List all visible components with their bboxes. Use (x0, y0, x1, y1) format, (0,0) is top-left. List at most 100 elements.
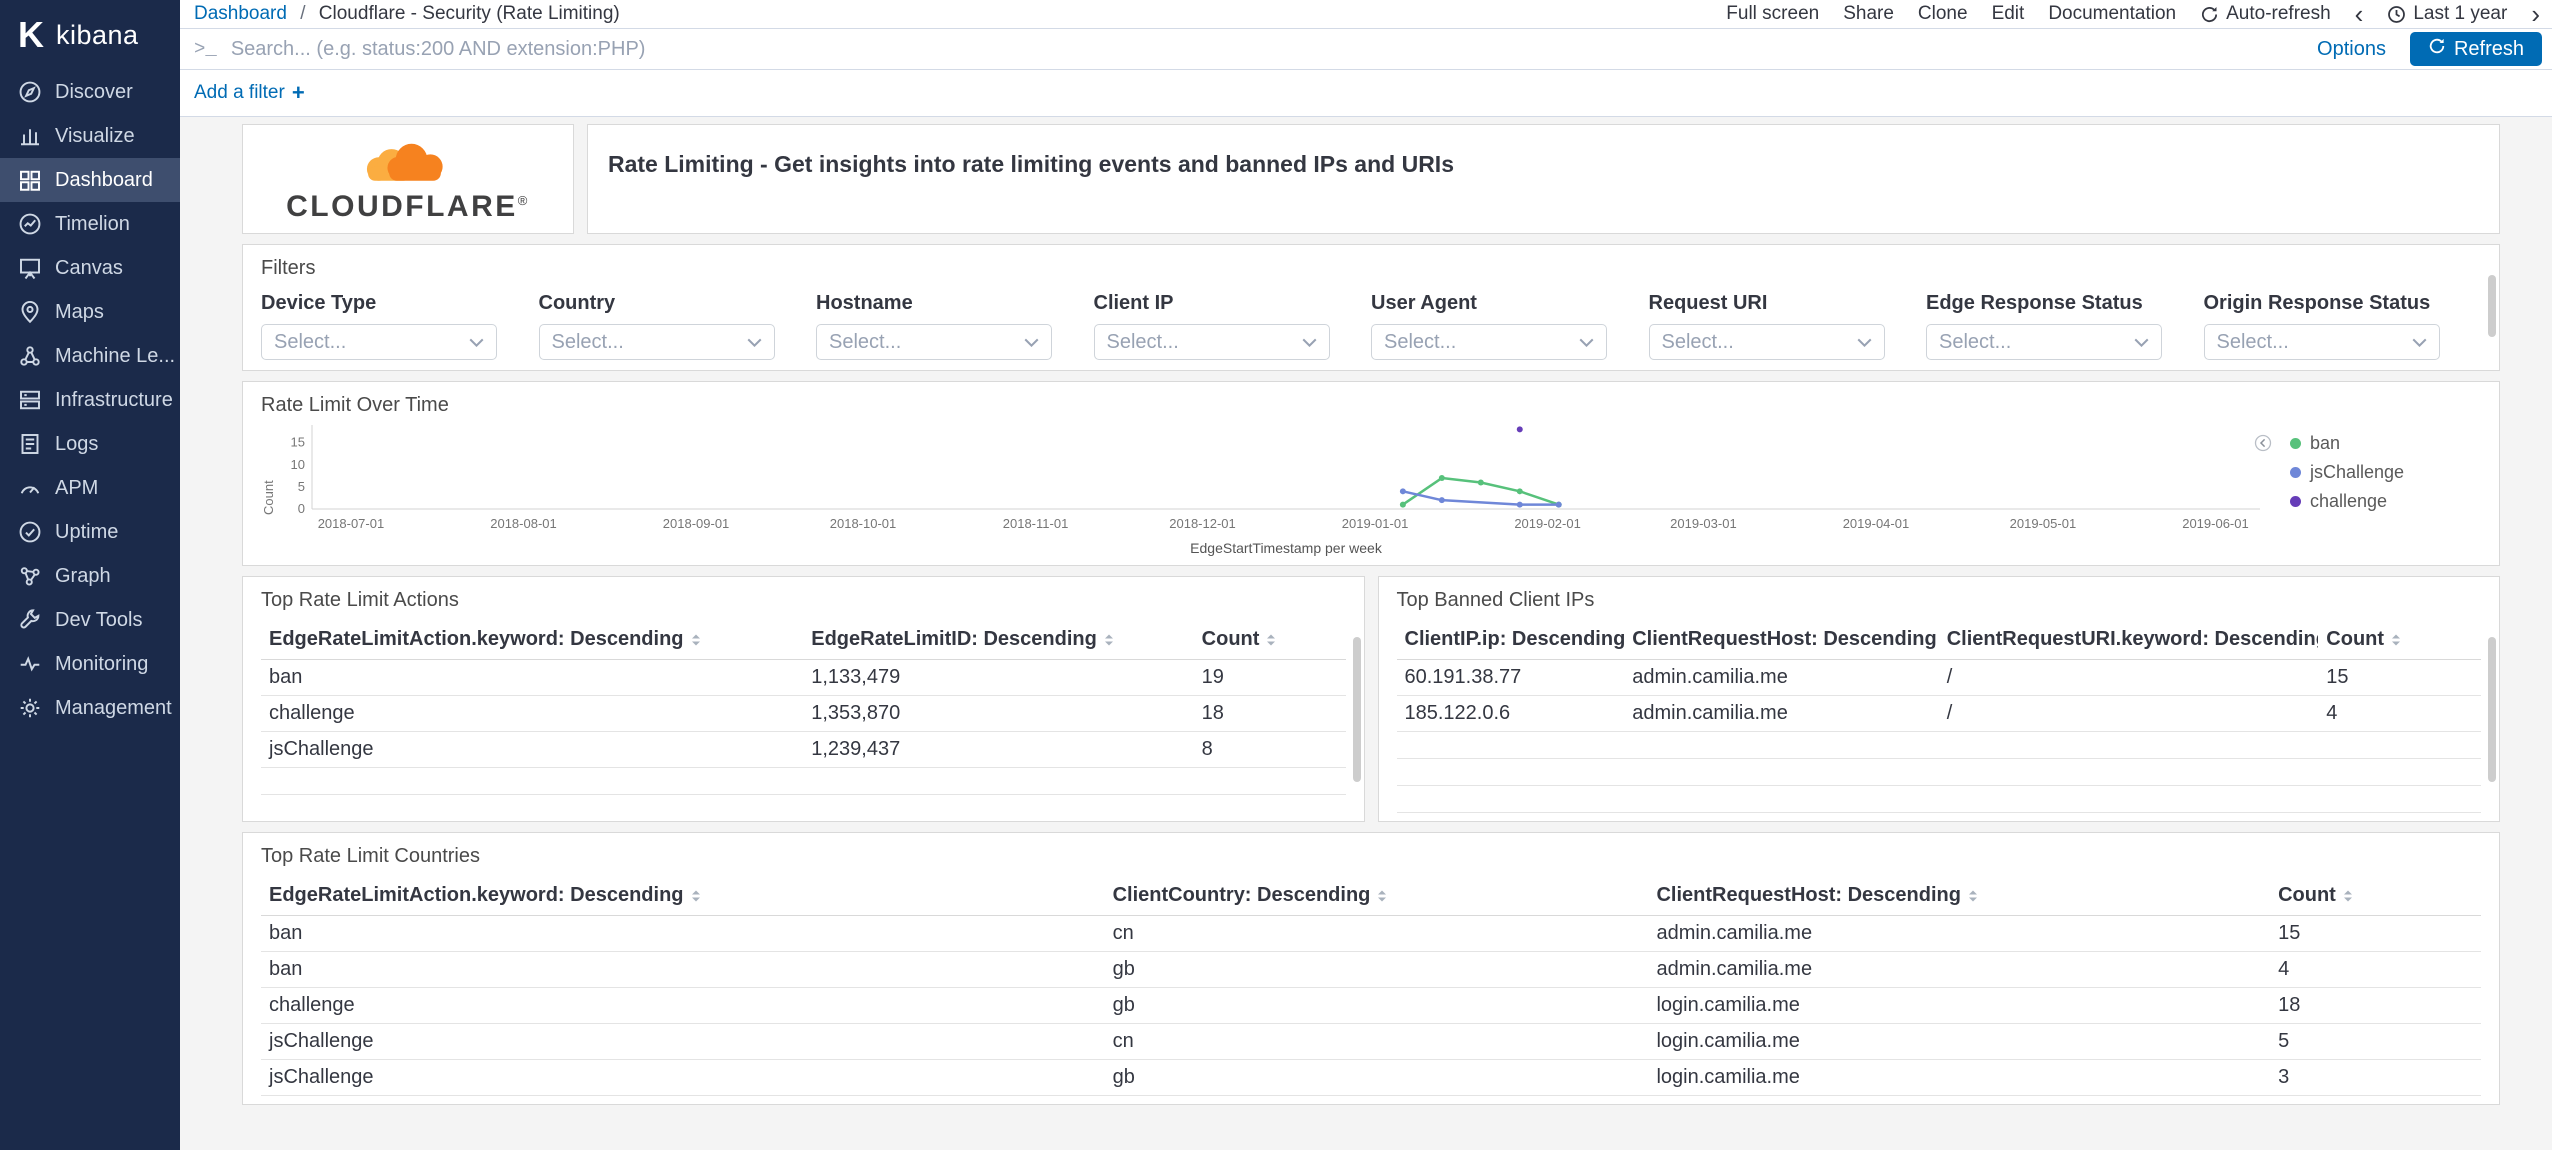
table-cell[interactable]: admin.camilia.me (1624, 695, 1939, 732)
table-cell[interactable]: 1,239,437 (803, 731, 1194, 768)
sidebar-item-machine-learning[interactable]: Machine Le... (0, 334, 180, 378)
auto-refresh-button[interactable]: Auto-refresh (2200, 3, 2331, 25)
table-cell[interactable]: jsChallenge (261, 1023, 1105, 1060)
scrollbar-thumb[interactable] (2488, 637, 2496, 782)
sidebar-item-graph[interactable]: Graph (0, 554, 180, 598)
sidebar-item-visualize[interactable]: Visualize (0, 114, 180, 158)
sidebar-item-label: Visualize (55, 124, 135, 147)
table-cell[interactable]: 1,133,479 (803, 659, 1194, 696)
sidebar-item-discover[interactable]: Discover (0, 70, 180, 114)
sidebar-item-canvas[interactable]: Canvas (0, 246, 180, 290)
time-picker-button[interactable]: Last 1 year (2387, 3, 2507, 25)
table-cell[interactable]: login.camilia.me (1648, 1023, 2271, 1060)
table-cell[interactable]: admin.camilia.me (1648, 951, 2271, 988)
table-cell[interactable]: ban (261, 659, 804, 696)
legend-toggle-icon[interactable] (2254, 434, 2272, 452)
sidebar-item-dev-tools[interactable]: Dev Tools (0, 598, 180, 642)
column-header-count[interactable]: Count (1193, 622, 1346, 660)
filter-field-label: User Agent (1371, 292, 1477, 314)
table-cell[interactable]: gb (1104, 987, 1649, 1024)
sidebar-item-dashboard[interactable]: Dashboard (0, 158, 180, 202)
table-cell[interactable]: 3 (2270, 1059, 2481, 1096)
table-cell[interactable]: 18 (1193, 695, 1346, 732)
table-cell[interactable]: 5 (2270, 1023, 2481, 1060)
column-header-count[interactable]: Count (2270, 878, 2481, 916)
legend-item-challenge[interactable]: challenge (2290, 491, 2451, 512)
table-cell[interactable]: jsChallenge (261, 731, 804, 768)
table-cell[interactable]: / (1938, 659, 2319, 696)
table-cell[interactable]: ban (261, 951, 1105, 988)
filter-select-hostname[interactable]: Select... (816, 324, 1052, 360)
scrollbar-thumb[interactable] (2488, 275, 2496, 337)
table-cell[interactable]: challenge (261, 987, 1105, 1024)
legend-item-jschallenge[interactable]: jsChallenge (2290, 462, 2451, 483)
table-cell[interactable]: 19 (1193, 659, 1346, 696)
column-header-clientcountry[interactable]: ClientCountry: Descending (1104, 878, 1649, 916)
top-bar: Dashboard / Cloudflare - Security (Rate … (180, 0, 2552, 28)
table-cell[interactable]: admin.camilia.me (1648, 915, 2271, 952)
svg-text:2018-09-01: 2018-09-01 (663, 516, 730, 531)
legend-item-ban[interactable]: ban (2290, 433, 2451, 454)
table-cell[interactable]: login.camilia.me (1648, 1059, 2271, 1096)
column-header-clientrequesthost[interactable]: ClientRequestHost: Descending (1624, 622, 1939, 660)
filter-select-device-type[interactable]: Select... (261, 324, 497, 360)
add-filter-link[interactable]: Add a filter (194, 82, 285, 104)
table-cell[interactable]: challenge (261, 695, 804, 732)
table-cell[interactable]: 18 (2270, 987, 2481, 1024)
filter-select-country[interactable]: Select... (538, 324, 775, 360)
table-cell[interactable]: 60.191.38.77 (1396, 659, 1625, 696)
refresh-button[interactable]: Refresh (2409, 32, 2542, 66)
table-cell[interactable]: 185.122.0.6 (1396, 695, 1625, 732)
sidebar-item-uptime[interactable]: Uptime (0, 510, 180, 554)
table-cell[interactable]: 15 (2270, 915, 2481, 952)
table-cell[interactable]: cn (1104, 915, 1649, 952)
sidebar-item-monitoring[interactable]: Monitoring (0, 642, 180, 686)
table-cell[interactable]: login.camilia.me (1648, 987, 2271, 1024)
table-cell[interactable]: ban (261, 915, 1105, 952)
sidebar-item-maps[interactable]: Maps (0, 290, 180, 334)
scrollbar-thumb[interactable] (1352, 637, 1361, 782)
filter-select-user-agent[interactable]: Select... (1371, 324, 1607, 360)
filter-select-request-uri[interactable]: Select... (1648, 324, 1885, 360)
plus-icon[interactable]: + (292, 80, 305, 106)
filter-select-edge-response-status[interactable]: Select... (1926, 324, 2162, 360)
kibana-logo[interactable]: K kibana (0, 0, 180, 70)
markdown-panel: Rate Limiting - Get insights into rate l… (587, 124, 2500, 234)
table-cell[interactable]: admin.camilia.me (1624, 659, 1939, 696)
sidebar-item-apm[interactable]: APM (0, 466, 180, 510)
search-input[interactable] (230, 37, 2318, 61)
chevron-right-icon[interactable]: › (2531, 1, 2540, 27)
column-header-clientrequesturi-keyword[interactable]: ClientRequestURI.keyword: Descending (1938, 622, 2319, 660)
column-header-edgeratelimitaction-keyword[interactable]: EdgeRateLimitAction.keyword: Descending (261, 622, 804, 660)
table-cell[interactable]: gb (1104, 1059, 1649, 1096)
breadcrumb-dashboard-link[interactable]: Dashboard (194, 3, 287, 24)
column-header-clientrequesthost[interactable]: ClientRequestHost: Descending (1648, 878, 2271, 916)
chevron-left-icon[interactable]: ‹ (2355, 1, 2364, 27)
table-cell[interactable]: 8 (1193, 731, 1346, 768)
table-cell[interactable]: jsChallenge (261, 1059, 1105, 1096)
table-cell[interactable]: / (1938, 695, 2319, 732)
sidebar-item-timelion[interactable]: Timelion (0, 202, 180, 246)
table-cell[interactable]: gb (1104, 951, 1649, 988)
table-cell[interactable]: 15 (2318, 659, 2481, 696)
table-cell[interactable]: cn (1104, 1023, 1649, 1060)
select-placeholder: Select... (1661, 330, 1734, 353)
menu-item-edit[interactable]: Edit (1992, 3, 2025, 25)
sidebar-item-management[interactable]: Management (0, 686, 180, 730)
column-header-count[interactable]: Count (2318, 622, 2481, 660)
menu-item-documentation[interactable]: Documentation (2048, 3, 2176, 25)
filter-select-client-ip[interactable]: Select... (1093, 324, 1330, 360)
menu-item-clone[interactable]: Clone (1918, 3, 1968, 25)
menu-item-full-screen[interactable]: Full screen (1726, 3, 1819, 25)
filter-select-origin-response-status[interactable]: Select... (2203, 324, 2440, 360)
column-header-edgeratelimitaction-keyword[interactable]: EdgeRateLimitAction.keyword: Descending (261, 878, 1105, 916)
table-cell[interactable]: 1,353,870 (803, 695, 1194, 732)
column-header-edgeratelimitid[interactable]: EdgeRateLimitID: Descending (803, 622, 1194, 660)
table-cell[interactable]: 4 (2270, 951, 2481, 988)
table-cell[interactable]: 4 (2318, 695, 2481, 732)
column-header-clientip-ip[interactable]: ClientIP.ip: Descending (1396, 622, 1625, 660)
options-link[interactable]: Options (2317, 38, 2386, 61)
sidebar-item-infrastructure[interactable]: Infrastructure (0, 378, 180, 422)
sidebar-item-logs[interactable]: Logs (0, 422, 180, 466)
menu-item-share[interactable]: Share (1843, 3, 1894, 25)
